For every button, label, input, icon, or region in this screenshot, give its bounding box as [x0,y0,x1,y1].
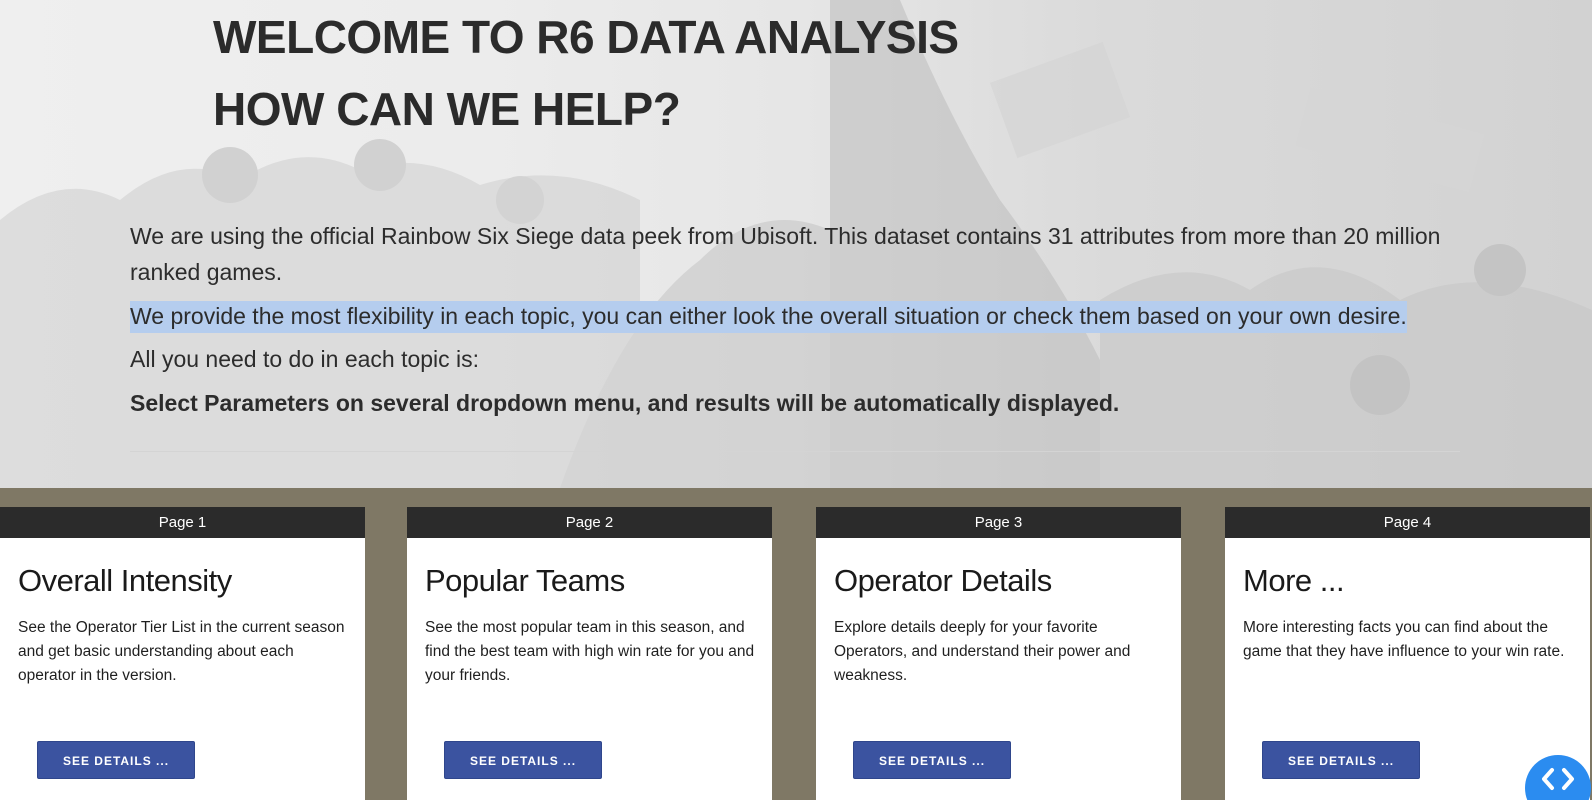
instruction-bold: Select Parameters on several dropdown me… [130,390,1120,416]
card-title: Operator Details [834,563,1052,598]
divider [130,451,1460,452]
hero-subtitle: HOW CAN WE HELP? [213,83,681,135]
card-title: More ... [1243,563,1345,598]
see-details-button[interactable]: SEE DETAILS ... [444,741,602,779]
flexibility-paragraph: We provide the most flexibility in each … [130,298,1407,334]
card-title: Overall Intensity [18,563,232,598]
instruction-paragraph: All you need to do in each topic is: [130,346,480,372]
card-page-1: Page 1 Overall Intensity See the Operato… [0,507,365,800]
hero-title: WELCOME TO R6 DATA ANALYSIS [213,11,959,63]
code-brackets-icon[interactable] [1525,755,1591,800]
selected-text: We provide the most flexibility in each … [130,301,1407,333]
card-page-label: Page 4 [1225,507,1590,538]
card-page-label: Page 2 [407,507,772,538]
see-details-button[interactable]: SEE DETAILS ... [37,741,195,779]
card-description: See the Operator Tier List in the curren… [18,619,345,684]
chevron-pair-icon [1542,768,1574,790]
see-details-button[interactable]: SEE DETAILS ... [1262,741,1420,779]
card-page-label: Page 3 [816,507,1181,538]
card-page-2: Page 2 Popular Teams See the most popula… [407,507,772,800]
hero-section: WELCOME TO R6 DATA ANALYSIS HOW CAN WE H… [0,0,1592,488]
see-details-button[interactable]: SEE DETAILS ... [853,741,1011,779]
card-page-3: Page 3 Operator Details Explore details … [816,507,1181,800]
card-description: See the most popular team in this season… [425,619,755,684]
card-title: Popular Teams [425,563,625,598]
card-description: Explore details deeply for your favorite… [834,619,1131,684]
card-page-label: Page 1 [0,507,365,538]
intro-paragraph: We are using the official Rainbow Six Si… [130,223,1441,285]
card-description: More interesting facts you can find abou… [1243,619,1565,660]
